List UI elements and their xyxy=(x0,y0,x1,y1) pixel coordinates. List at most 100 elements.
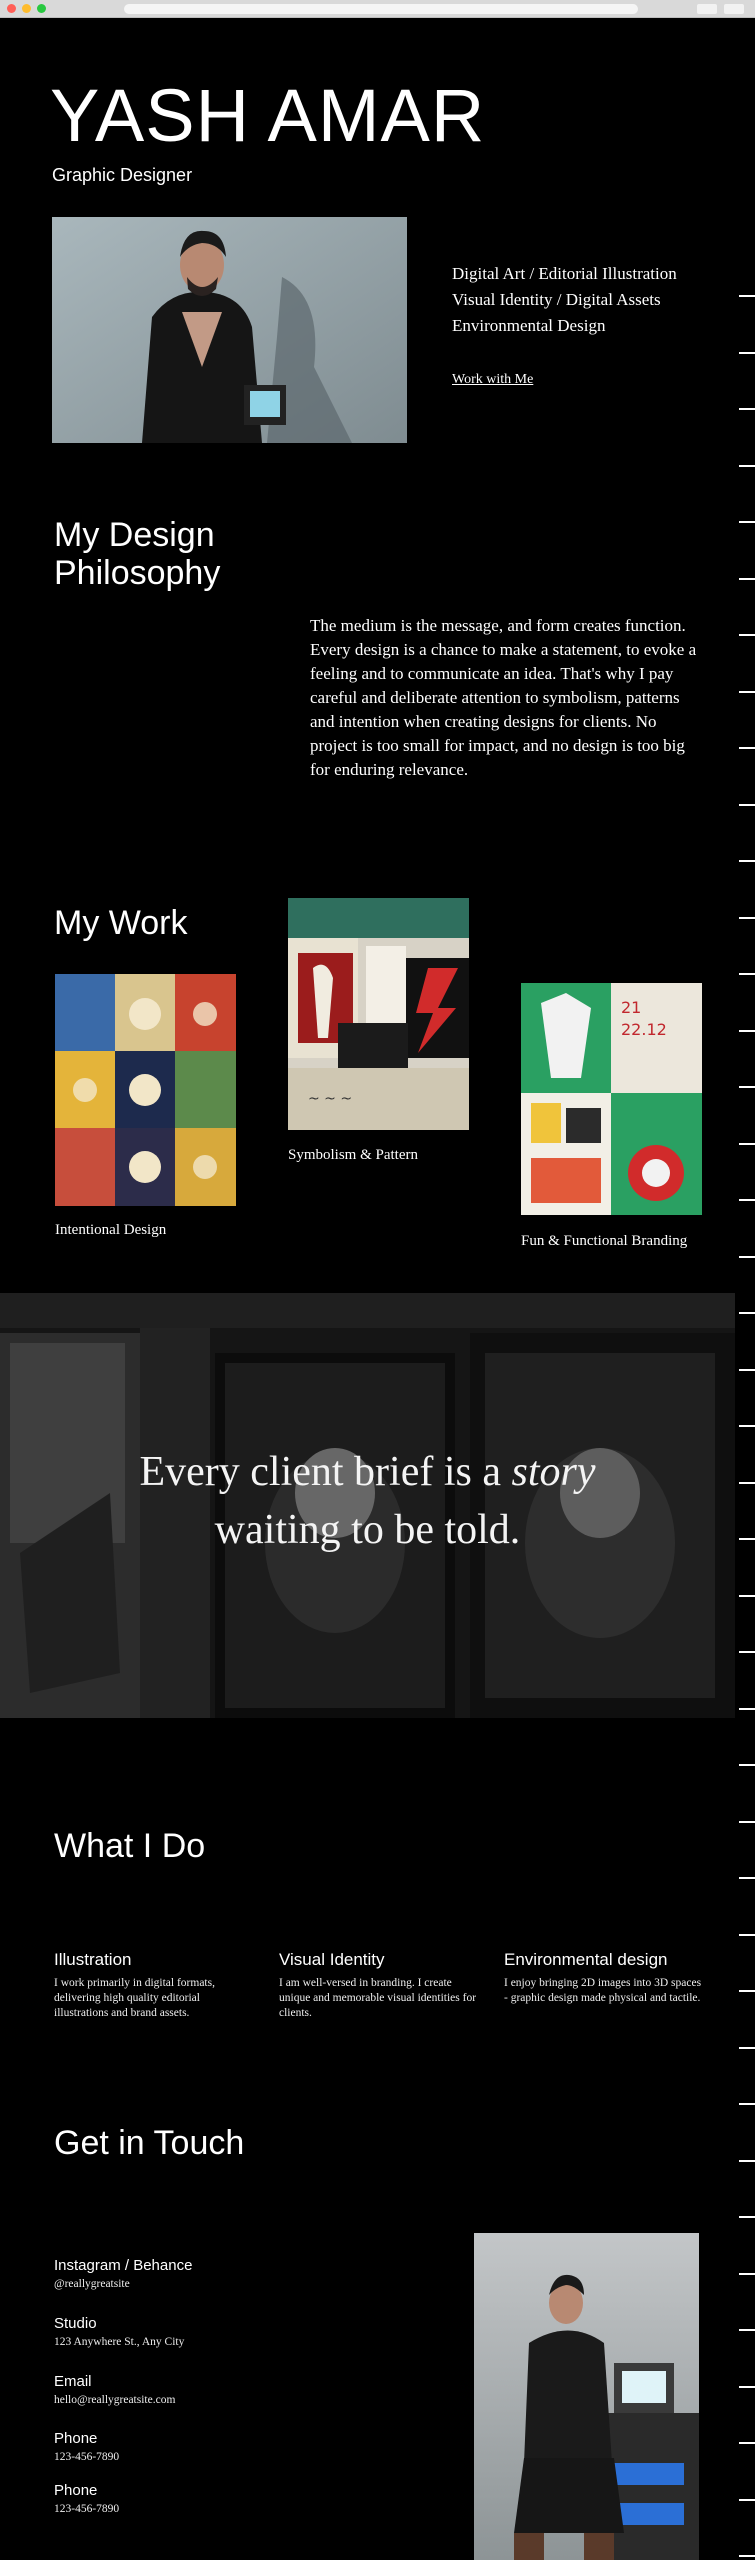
ruler-tick xyxy=(739,1651,755,1653)
ruler-tick xyxy=(739,1255,755,1258)
ruler-tick xyxy=(739,577,755,580)
browser-toolbar xyxy=(0,0,755,18)
ruler-tick xyxy=(739,2498,755,2501)
contact-item: Email hello@reallygreatsite.com xyxy=(54,2373,175,2406)
contact-portrait-image xyxy=(474,2233,699,2560)
quote-emphasis: story xyxy=(511,1449,596,1495)
work-heading: My Work xyxy=(54,904,188,942)
ruler-tick xyxy=(739,2442,755,2444)
ruler-tick xyxy=(739,973,755,975)
contact-item: Phone 123-456-7890 xyxy=(54,2482,119,2515)
svg-text:~ ~ ~: ~ ~ ~ xyxy=(308,1091,352,1107)
ruler-tick xyxy=(739,521,755,523)
philosophy-heading: My Design Philosophy xyxy=(54,516,221,592)
ruler-tick xyxy=(739,1933,755,1936)
ruler-tick xyxy=(739,1312,755,1314)
ruler-tick xyxy=(739,2216,755,2218)
quote-text: Every client brief is a xyxy=(139,1449,512,1495)
ruler-tick xyxy=(739,1142,755,1145)
service-description: I am well-versed in branding. I create u… xyxy=(279,1977,477,2019)
service-column: Illustration I work primarily in digital… xyxy=(54,1950,254,2021)
hero-portrait-image xyxy=(52,217,407,443)
ruler-tick xyxy=(739,1820,755,1823)
ruler-tick xyxy=(739,916,755,919)
ruler-tick xyxy=(739,803,755,806)
ruler-tick xyxy=(739,747,755,749)
svg-text:21: 21 xyxy=(621,998,641,1017)
ruler-tick xyxy=(739,2159,755,2162)
close-window-button[interactable] xyxy=(7,4,16,13)
quote-text: waiting to be told. xyxy=(214,1507,521,1553)
tabs-button[interactable] xyxy=(724,4,744,14)
service-description: I enjoy bringing 2D images into 3D space… xyxy=(504,1977,702,2004)
ruler-tick xyxy=(739,2555,755,2557)
contact-label: Phone xyxy=(54,2482,98,2499)
banner-quote: Every client brief is a story waiting to… xyxy=(0,1443,735,1559)
site-subtitle: Graphic Designer xyxy=(52,165,193,185)
service-title: Visual Identity xyxy=(279,1950,385,1969)
ruler-tick xyxy=(739,464,755,467)
work-caption: Symbolism & Pattern xyxy=(288,1147,419,1163)
site-title: YASH AMAR xyxy=(50,74,486,157)
minimize-window-button[interactable] xyxy=(22,4,31,13)
ruler-tick xyxy=(739,1707,755,1710)
ruler-tick xyxy=(739,1199,755,1201)
contact-heading: Get in Touch xyxy=(54,2124,245,2162)
service-item: Digital Art / Editorial Illustration xyxy=(452,264,677,283)
ruler-tick xyxy=(739,1877,755,1879)
service-item: Environmental Design xyxy=(452,316,606,335)
service-description: I work primarily in digital formats, del… xyxy=(54,1977,215,2019)
work-image-posters[interactable] xyxy=(55,974,236,1206)
work-with-me-link[interactable]: Work with Me xyxy=(452,372,533,388)
service-item: Visual Identity / Digital Assets xyxy=(452,290,661,309)
service-column: Environmental design I enjoy bringing 2D… xyxy=(504,1950,704,2006)
service-title: Illustration xyxy=(54,1950,132,1969)
ruler-tick xyxy=(739,2329,755,2331)
ruler-tick xyxy=(739,2046,755,2049)
ruler-tick xyxy=(739,1538,755,1540)
contact-label: Studio xyxy=(54,2315,97,2332)
ruler-tick xyxy=(739,2103,755,2105)
contact-value: 123 Anywhere St., Any City xyxy=(54,2336,185,2348)
philosophy-text: The medium is the message, and form crea… xyxy=(310,616,697,779)
contact-label: Instagram / Behance xyxy=(54,2257,193,2274)
contact-label: Email xyxy=(54,2373,92,2390)
ruler-tick xyxy=(739,1481,755,1484)
what-i-do-heading: What I Do xyxy=(54,1827,206,1865)
contact-item: Phone 123-456-7890 xyxy=(54,2430,119,2463)
ruler-tick xyxy=(739,1029,755,1032)
ruler-tick xyxy=(739,408,755,410)
share-button[interactable] xyxy=(697,4,717,14)
ruler-tick xyxy=(739,860,755,862)
contact-value[interactable]: 123-456-7890 xyxy=(54,2503,119,2515)
scroll-ruler xyxy=(735,18,755,2560)
ruler-tick xyxy=(739,1086,755,1088)
contact-value[interactable]: 123-456-7890 xyxy=(54,2451,119,2463)
ruler-tick xyxy=(739,690,755,693)
contact-item: Studio 123 Anywhere St., Any City xyxy=(54,2315,184,2348)
services-list: Digital Art / Editorial Illustration Vis… xyxy=(452,261,677,339)
service-title: Environmental design xyxy=(504,1950,668,1969)
contact-label: Phone xyxy=(54,2430,98,2447)
contact-value[interactable]: hello@reallygreatsite.com xyxy=(54,2394,175,2406)
ruler-tick xyxy=(739,295,755,297)
ruler-tick xyxy=(739,1594,755,1597)
maximize-window-button[interactable] xyxy=(37,4,46,13)
ruler-tick xyxy=(739,351,755,354)
work-image-branding[interactable]: 21 22.12 xyxy=(521,983,702,1215)
work-caption: Intentional Design xyxy=(55,1222,167,1238)
ruler-tick xyxy=(739,1425,755,1427)
ruler-tick xyxy=(739,1368,755,1371)
contact-item: Instagram / Behance @reallygreatsite xyxy=(54,2257,192,2290)
contact-value[interactable]: @reallygreatsite xyxy=(54,2278,192,2290)
service-column: Visual Identity I am well-versed in bran… xyxy=(279,1950,479,2021)
ruler-tick xyxy=(739,1764,755,1766)
address-bar[interactable] xyxy=(124,4,638,14)
work-caption: Fun & Functional Branding xyxy=(521,1233,688,1249)
ruler-tick xyxy=(739,634,755,636)
ruler-tick xyxy=(739,1990,755,1992)
ruler-tick xyxy=(739,2272,755,2275)
ruler-tick xyxy=(739,2385,755,2388)
svg-text:22.12: 22.12 xyxy=(621,1020,667,1039)
work-image-symbolism[interactable]: ~ ~ ~ xyxy=(288,898,469,1130)
